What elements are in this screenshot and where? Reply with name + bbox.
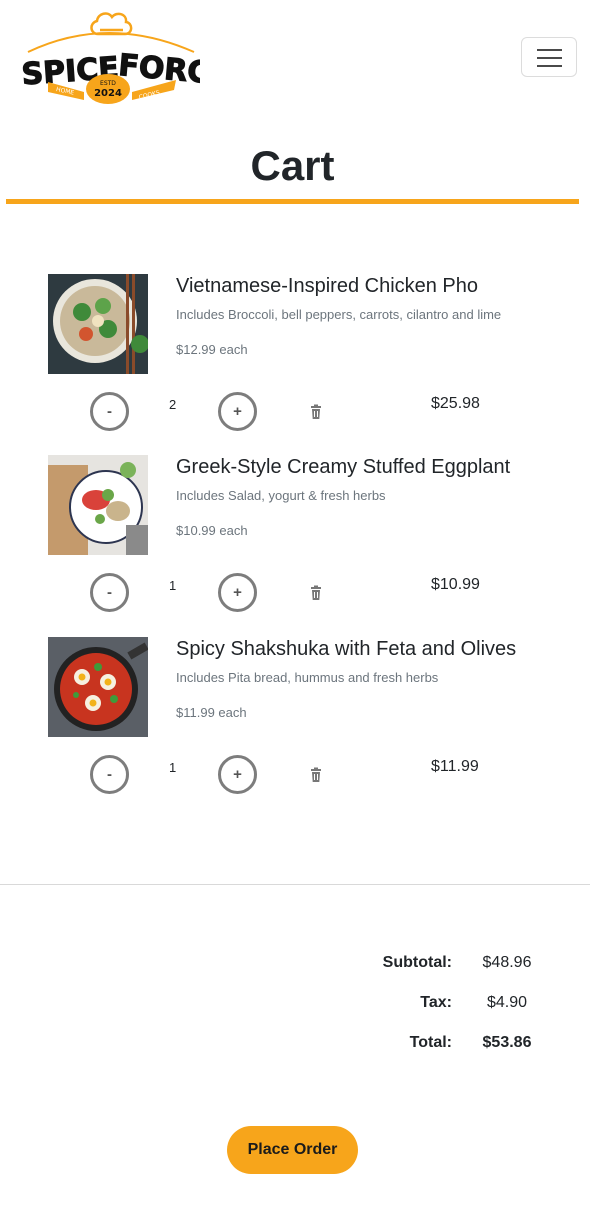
item-photo-pho — [48, 274, 148, 374]
page-title: Cart — [250, 142, 335, 189]
quantity-value: 2 — [169, 397, 177, 412]
section-divider — [0, 884, 590, 885]
decrease-quantity-button[interactable]: - — [90, 573, 129, 612]
increase-quantity-button[interactable]: + — [218, 573, 257, 612]
trash-icon[interactable] — [308, 767, 324, 783]
place-order-button[interactable]: Place Order — [227, 1126, 358, 1174]
decrease-quantity-button[interactable]: - — [90, 392, 129, 431]
estd-year: 2024 — [94, 88, 122, 99]
increase-quantity-button[interactable]: + — [218, 755, 257, 794]
tax-value: $4.90 — [486, 994, 528, 1011]
item-unit-price: $11.99 each — [176, 705, 247, 720]
item-name: Vietnamese-Inspired Chicken Pho — [176, 275, 479, 297]
trash-icon[interactable] — [308, 404, 324, 420]
total-value: $53.86 — [482, 1034, 532, 1051]
item-line-total: $11.99 — [431, 758, 479, 775]
item-description: Includes Broccoli, bell peppers, carrots… — [176, 307, 502, 322]
item-description: Includes Salad, yogurt & fresh herbs — [176, 488, 386, 503]
menu-toggle-button[interactable] — [521, 37, 577, 77]
item-name: Greek-Style Creamy Stuffed Eggplant — [176, 456, 511, 478]
tax-label: Tax: — [420, 994, 452, 1011]
item-unit-price: $12.99 each — [176, 342, 248, 357]
item-line-total: $10.99 — [431, 576, 480, 593]
trash-icon[interactable] — [308, 585, 324, 601]
item-description: Includes Pita bread, hummus and fresh he… — [176, 670, 439, 685]
subtotal-label: Subtotal: — [382, 954, 452, 971]
cart-item: Vietnamese-Inspired Chicken Pho Includes… — [0, 274, 590, 431]
cart-item: Spicy Shakshuka with Feta and Olives Inc… — [0, 637, 590, 794]
header: SPICE FORGE HOME COOKS ESTD 2024 — [0, 0, 590, 120]
estd-text: ESTD — [100, 80, 116, 87]
subtotal-value: $48.96 — [482, 954, 532, 971]
chef-hat-icon — [90, 12, 133, 36]
hamburger-icon — [537, 49, 562, 51]
item-unit-price: $10.99 each — [176, 523, 248, 538]
quantity-value: 1 — [169, 578, 177, 593]
quantity-value: 1 — [169, 760, 177, 775]
increase-quantity-button[interactable]: + — [218, 392, 257, 431]
spice-forge-logo[interactable]: SPICE FORGE HOME COOKS ESTD 2024 — [18, 8, 200, 108]
item-name: Spicy Shakshuka with Feta and Olives — [176, 638, 517, 660]
decrease-quantity-button[interactable]: - — [90, 755, 129, 794]
total-label: Total: — [409, 1034, 452, 1051]
item-photo-eggplant — [48, 455, 148, 555]
item-photo-shakshuka — [48, 637, 148, 737]
title-underline — [6, 199, 579, 204]
item-line-total: $25.98 — [431, 395, 480, 412]
cart-item: Greek-Style Creamy Stuffed Eggplant Incl… — [0, 455, 590, 612]
